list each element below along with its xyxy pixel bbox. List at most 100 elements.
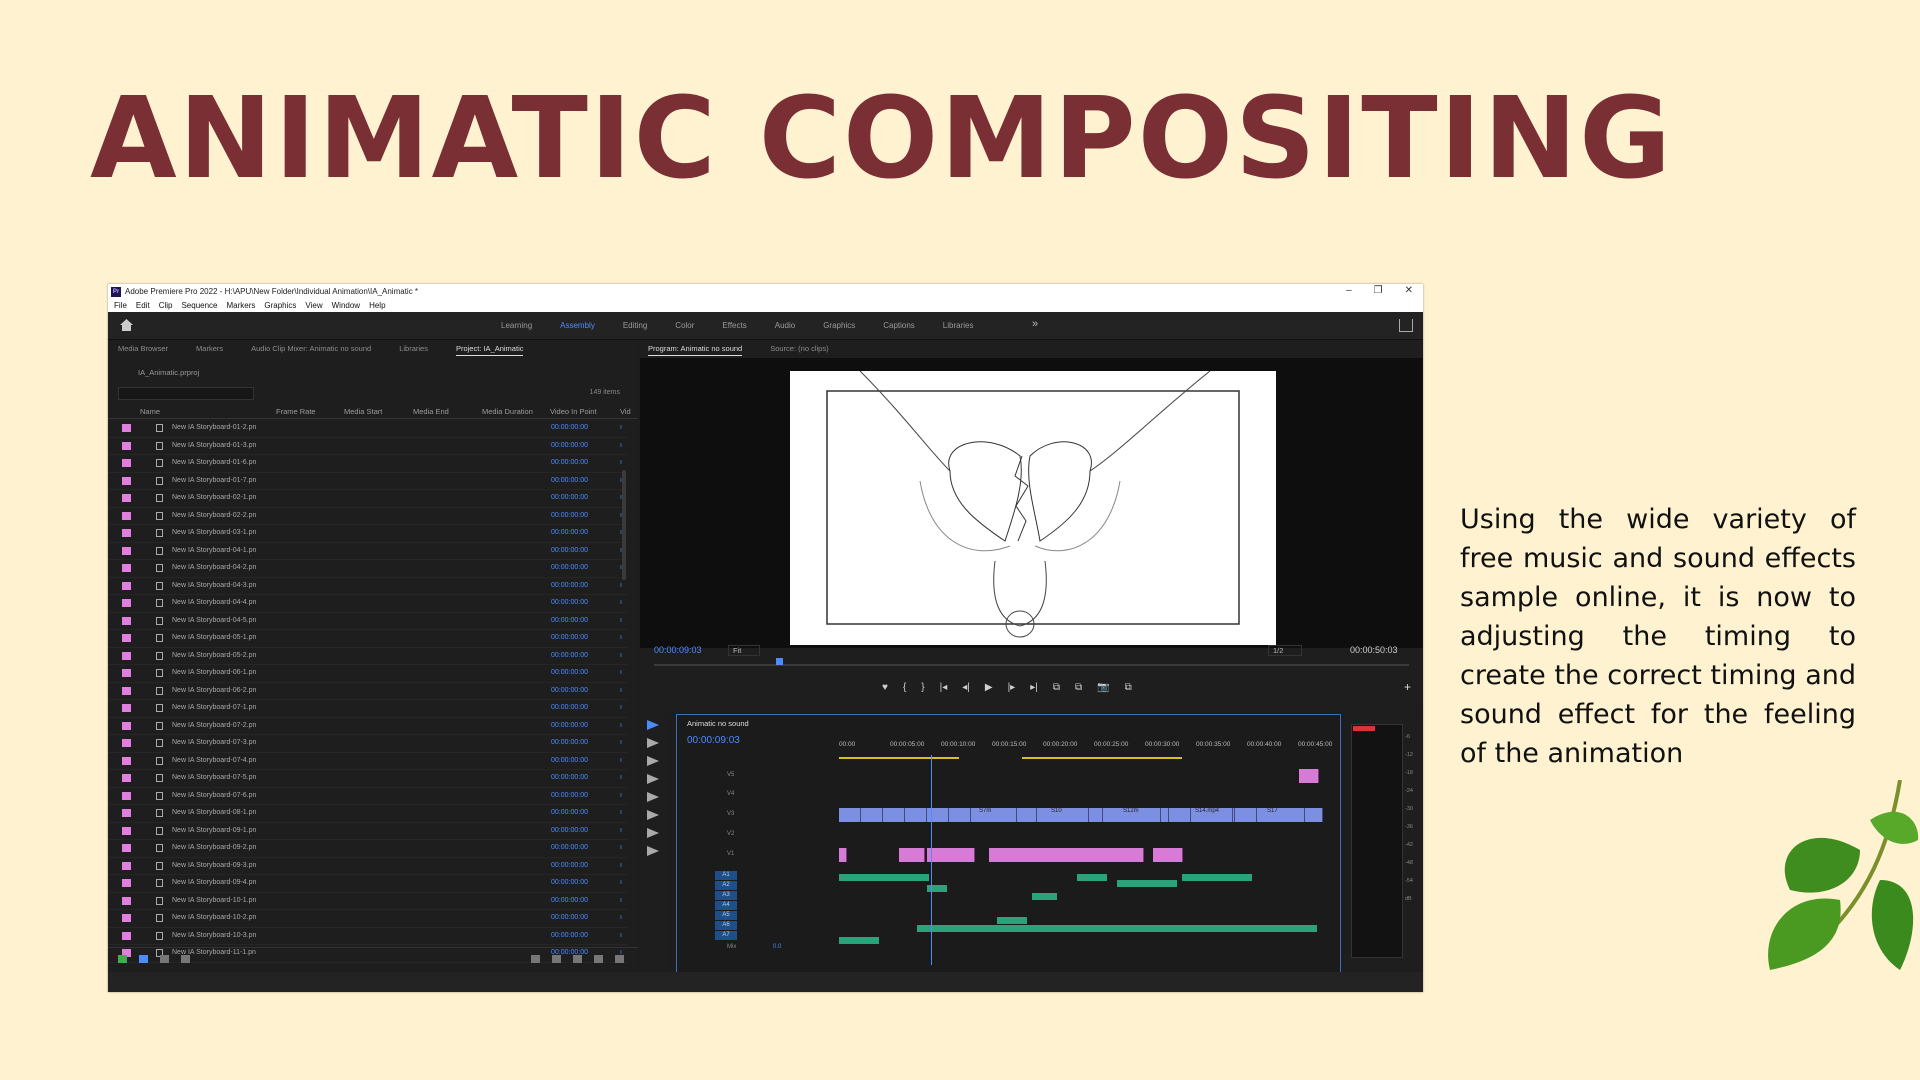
- menu-graphics[interactable]: Graphics: [264, 301, 296, 310]
- menu-sequence[interactable]: Sequence: [181, 301, 217, 310]
- project-item-row[interactable]: New IA Storyboard-07-6.pn 00:00:00:00 ı: [108, 788, 628, 805]
- video-clip[interactable]: [949, 808, 971, 822]
- workspace-graphics[interactable]: Graphics: [823, 321, 855, 330]
- track-name[interactable]: A7: [715, 931, 737, 940]
- video-clip[interactable]: [927, 848, 975, 862]
- menu-markers[interactable]: Markers: [227, 301, 256, 310]
- project-item-row[interactable]: New IA Storyboard-07-3.pn 00:00:00:00 ı: [108, 735, 628, 753]
- project-item-row[interactable]: New IA Storyboard-06-1.pn 00:00:00:00 ı: [108, 665, 628, 683]
- timeline-timecode[interactable]: 00:00:09:03: [687, 735, 740, 746]
- tab-source[interactable]: Source: (no clips): [770, 344, 828, 356]
- video-clip[interactable]: [883, 808, 905, 822]
- label-color-swatch[interactable]: [122, 669, 131, 677]
- audio-clip[interactable]: [1077, 874, 1107, 881]
- workspace-libraries[interactable]: Libraries: [943, 321, 974, 330]
- project-item-row[interactable]: New IA Storyboard-09-4.pn 00:00:00:00 ı: [108, 875, 628, 893]
- label-color-swatch[interactable]: [122, 529, 131, 537]
- project-item-row[interactable]: New IA Storyboard-06-2.pn 00:00:00:00 ı: [108, 683, 628, 700]
- go-to-out-button[interactable]: ▸|: [1030, 682, 1038, 693]
- project-item-row[interactable]: New IA Storyboard-07-1.pn 00:00:00:00 ı: [108, 700, 628, 718]
- list-view-icon[interactable]: [139, 955, 148, 963]
- timeline-playhead[interactable]: [931, 755, 932, 965]
- label-color-swatch[interactable]: [122, 459, 131, 467]
- label-color-swatch[interactable]: [122, 686, 131, 695]
- ripple-edit-tool-icon[interactable]: [647, 756, 659, 766]
- audio-clip[interactable]: [917, 925, 1317, 932]
- video-clip[interactable]: S17: [1265, 808, 1305, 822]
- audio-clip[interactable]: [839, 874, 929, 881]
- project-item-row[interactable]: New IA Storyboard-07-5.pn 00:00:00:00 ı: [108, 770, 628, 788]
- mix-value[interactable]: 0.0: [773, 944, 781, 950]
- project-item-row[interactable]: New IA Storyboard-09-1.pn 00:00:00:00 ı: [108, 823, 628, 840]
- tab-libraries[interactable]: Libraries: [399, 344, 428, 356]
- audio-clip[interactable]: [927, 885, 947, 892]
- video-clip[interactable]: [1299, 769, 1319, 783]
- project-item-row[interactable]: New IA Storyboard-09-2.pn 00:00:00:00 ı: [108, 840, 628, 858]
- find-icon[interactable]: [552, 955, 561, 963]
- col-media-start[interactable]: Media Start: [344, 407, 382, 416]
- comparison-view-button[interactable]: ⧉: [1125, 682, 1132, 693]
- workspace-learning[interactable]: Learning: [501, 321, 532, 330]
- label-color-swatch[interactable]: [122, 564, 131, 572]
- video-clip[interactable]: [1235, 808, 1257, 822]
- resolution-select[interactable]: 1/2: [1268, 645, 1303, 656]
- video-clip[interactable]: [1015, 808, 1037, 822]
- project-item-row[interactable]: New IA Storyboard-04-5.pn 00:00:00:00 ı: [108, 613, 628, 630]
- tab-project[interactable]: Project: IA_Animatic: [455, 344, 524, 356]
- workspace-assembly[interactable]: Assembly: [560, 321, 595, 330]
- video-track-header[interactable]: V4: [677, 788, 837, 802]
- project-item-row[interactable]: New IA Storyboard-04-3.pn 00:00:00:00 ı: [108, 578, 628, 595]
- icon-view-icon[interactable]: [160, 955, 169, 963]
- project-item-row[interactable]: New IA Storyboard-10-3.pn 00:00:00:00 ı: [108, 928, 628, 945]
- new-bin-icon[interactable]: [573, 955, 582, 963]
- project-item-row[interactable]: New IA Storyboard-04-2.pn 00:00:00:00 ı: [108, 560, 628, 578]
- video-clip[interactable]: S10: [1049, 808, 1089, 822]
- razor-tool-icon[interactable]: [647, 774, 659, 784]
- audio-clip[interactable]: [1117, 880, 1177, 887]
- new-item-icon[interactable]: [594, 955, 603, 963]
- add-marker-button[interactable]: ♥: [882, 682, 888, 693]
- slip-tool-icon[interactable]: [647, 792, 659, 802]
- label-color-swatch[interactable]: [122, 931, 131, 940]
- col-media-duration[interactable]: Media Duration: [482, 407, 533, 416]
- workspace-audio[interactable]: Audio: [775, 321, 795, 330]
- home-icon[interactable]: [120, 319, 133, 331]
- step-forward-button[interactable]: |▸: [1008, 682, 1016, 693]
- zoom-select[interactable]: Fit: [728, 645, 761, 656]
- col-vid[interactable]: Vid: [620, 407, 631, 416]
- video-clip[interactable]: [905, 808, 927, 822]
- trash-icon[interactable]: [615, 955, 624, 963]
- label-color-swatch[interactable]: [122, 739, 131, 747]
- type-tool-icon[interactable]: [647, 846, 659, 856]
- step-back-button[interactable]: ◂|: [962, 682, 970, 693]
- workspace-captions[interactable]: Captions: [883, 321, 915, 330]
- mark-out-button[interactable]: }: [921, 682, 924, 693]
- col-media-end[interactable]: Media End: [413, 407, 449, 416]
- label-color-swatch[interactable]: [122, 721, 131, 730]
- label-color-swatch[interactable]: [122, 774, 131, 782]
- video-clip[interactable]: [1153, 848, 1183, 862]
- menu-view[interactable]: View: [305, 301, 322, 310]
- menu-clip[interactable]: Clip: [159, 301, 173, 310]
- label-color-swatch[interactable]: [122, 861, 131, 870]
- label-color-swatch[interactable]: [122, 704, 131, 712]
- label-color-swatch[interactable]: [122, 896, 131, 905]
- project-item-row[interactable]: New IA Storyboard-01-7.pn 00:00:00:00 ı: [108, 473, 628, 490]
- project-item-row[interactable]: New IA Storyboard-03-1.pn 00:00:00:00 ı: [108, 525, 628, 543]
- tab-audio-clip-mixer[interactable]: Audio Clip Mixer: Animatic no sound: [251, 344, 371, 356]
- video-clip[interactable]: [839, 808, 861, 822]
- sequence-tab[interactable]: Animatic no sound: [687, 719, 749, 728]
- project-item-row[interactable]: New IA Storyboard-02-2.pn 00:00:00:00 ı: [108, 508, 628, 525]
- label-color-swatch[interactable]: [122, 581, 131, 590]
- project-item-row[interactable]: New IA Storyboard-05-1.pn 00:00:00:00 ı: [108, 630, 628, 648]
- label-color-swatch[interactable]: [122, 756, 131, 765]
- video-track-header[interactable]: V3: [677, 808, 837, 822]
- video-clip[interactable]: [861, 808, 883, 822]
- video-track-header[interactable]: V2: [677, 828, 837, 842]
- project-item-row[interactable]: New IA Storyboard-10-1.pn 00:00:00:00 ı: [108, 893, 628, 910]
- maximize-button[interactable]: ❐: [1374, 285, 1383, 296]
- project-item-row[interactable]: New IA Storyboard-09-3.pn 00:00:00:00 ı: [108, 858, 628, 875]
- project-item-row[interactable]: New IA Storyboard-07-2.pn 00:00:00:00 ı: [108, 718, 628, 735]
- col-frame-rate[interactable]: Frame Rate: [276, 407, 316, 416]
- label-color-swatch[interactable]: [122, 616, 131, 625]
